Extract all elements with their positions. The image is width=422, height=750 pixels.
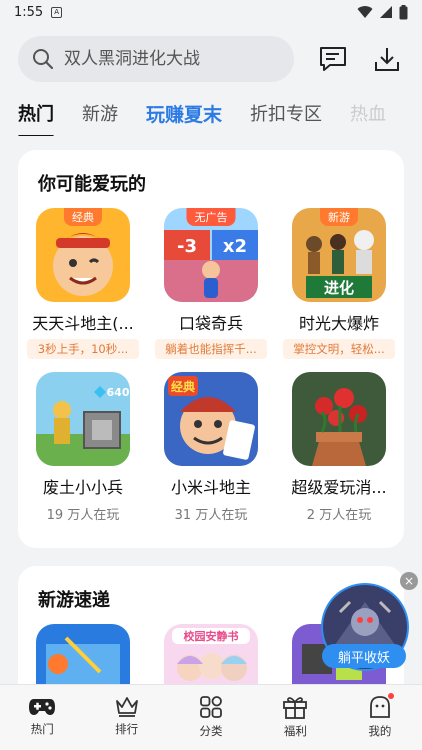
category-tabs: 热门 新游 玩赚夏末 折扣专区 热血 [0, 94, 422, 136]
app-name: 小米斗地主 [170, 478, 251, 497]
app-name: 天天斗地主(... [32, 314, 134, 333]
app-name: 超级爱玩消... [291, 478, 387, 497]
app-item[interactable]: 经典 小米斗地主 31 万人在玩 [148, 372, 274, 523]
message-button[interactable] [316, 42, 350, 76]
gamepad-icon [29, 699, 56, 715]
app-item[interactable]: -3 x2 无广告 口袋奇兵 躺着也能指挥千... [148, 208, 274, 359]
gate-left-text: -3 [177, 236, 197, 257]
battery-icon [399, 4, 408, 19]
recommend-title: 你可能爱玩的 [38, 174, 146, 195]
tab-new[interactable]: 新游 [82, 94, 118, 126]
app-name: 时光大爆炸 [298, 314, 379, 333]
status-right [357, 4, 408, 20]
tab-summer-promo[interactable]: 玩赚夏末 [146, 94, 222, 127]
app-badge: 无广告 [186, 208, 236, 226]
nav-category[interactable]: 分类 [169, 685, 253, 750]
status-bar: 1:55 A [0, 0, 422, 24]
gate-right-text: x2 [223, 236, 247, 257]
app-tagline: 躺着也能指挥千... [155, 339, 267, 359]
bottom-nav: 热门 排行 分类 福利 我的 [0, 684, 422, 750]
search-bar[interactable] [18, 36, 294, 82]
app-item[interactable]: 640 废土小小兵 19 万人在玩 [20, 372, 146, 523]
nav-label: 热门 [30, 722, 54, 736]
nav-ranking[interactable]: 排行 [84, 685, 168, 750]
app-item[interactable] [20, 624, 146, 686]
app-icon [36, 624, 130, 686]
app-badge: 经典 [64, 208, 102, 226]
nav-mine[interactable]: 我的 [338, 685, 422, 750]
gem-count-text: 640 [107, 386, 130, 399]
nav-label: 我的 [368, 724, 392, 738]
app-item[interactable]: 经典 天天斗地主(... 3秒上手，10秒... [20, 208, 146, 359]
signal-icon [380, 6, 392, 18]
app-name: 废土小小兵 [42, 478, 123, 497]
crown-icon [115, 697, 138, 717]
tab-hot-blood[interactable]: 热血 [350, 94, 386, 126]
classic-label-text: 经典 [171, 379, 195, 394]
app-icon: 经典 [36, 208, 130, 302]
app-icon [292, 372, 386, 466]
message-icon [320, 47, 346, 71]
app-icon: 进化 新游 [292, 208, 386, 302]
status-time: 1:55 [14, 4, 44, 20]
app-players: 2 万人在玩 [306, 508, 372, 523]
new-games-title: 新游速递 [38, 590, 110, 611]
ad-label[interactable]: 躺平收妖 [322, 644, 406, 668]
nav-label: 福利 [283, 724, 307, 738]
wifi-icon [357, 6, 373, 19]
gift-icon [283, 697, 308, 719]
app-icon: 校园安静书 [164, 624, 258, 686]
notification-a-icon: A [51, 6, 63, 18]
banner-text: 进化 [324, 279, 354, 297]
tab-hot[interactable]: 热门 [18, 94, 54, 136]
header [0, 34, 422, 84]
app-item[interactable]: 超级爱玩消... 2 万人在玩 [276, 372, 402, 523]
recommend-card: 你可能爱玩的 经典 天天斗地主(... 3秒上手，10秒... -3 x2 无广… [18, 150, 404, 548]
app-players: 31 万人在玩 [174, 508, 248, 523]
app-tagline: 掌控文明，轻松... [283, 339, 395, 359]
app-icon: 经典 [164, 372, 258, 466]
nav-label: 排行 [115, 722, 139, 736]
app-item[interactable]: 进化 新游 时光大爆炸 掌控文明，轻松... [276, 208, 402, 359]
nav-label: 分类 [199, 724, 223, 738]
nav-welfare[interactable]: 福利 [253, 685, 337, 750]
school-book-text: 校园安静书 [184, 629, 239, 643]
app-item[interactable]: 校园安静书 [148, 624, 274, 686]
app-icon: 640 [36, 372, 130, 466]
nav-hot[interactable]: 热门 [0, 685, 84, 750]
app-name: 口袋奇兵 [178, 314, 243, 333]
app-badge: 新游 [320, 208, 358, 226]
app-icon: -3 x2 无广告 [164, 208, 258, 302]
download-icon [375, 48, 399, 71]
download-button[interactable] [370, 42, 404, 76]
notification-dot [387, 693, 394, 699]
search-icon [33, 49, 54, 70]
app-players: 19 万人在玩 [46, 508, 120, 523]
grid-icon [200, 696, 222, 718]
app-tagline: 3秒上手，10秒... [27, 339, 139, 359]
search-input[interactable] [64, 49, 264, 69]
profile-icon [369, 696, 390, 718]
tab-discount[interactable]: 折扣专区 [250, 94, 322, 126]
